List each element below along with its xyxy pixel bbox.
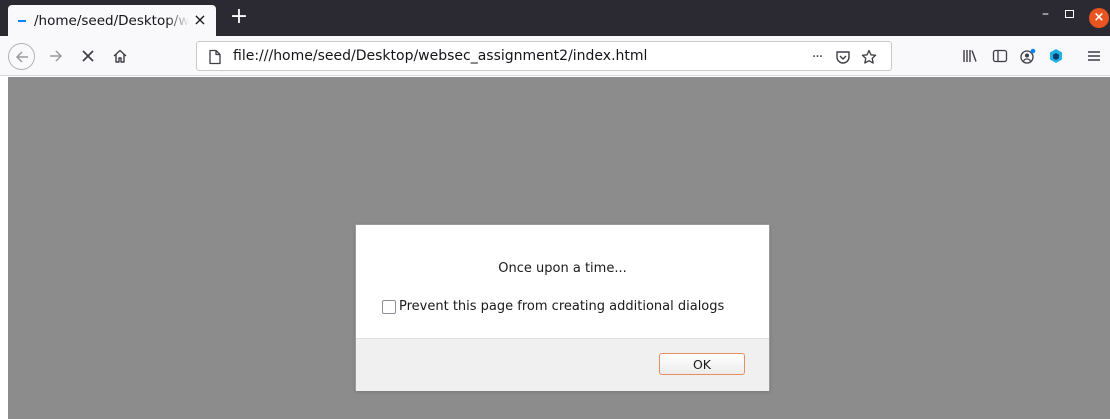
prevent-dialogs-option[interactable]: Prevent this page from creating addition… <box>382 299 724 314</box>
page-document-icon <box>209 49 221 65</box>
tab-close-icon[interactable]: × <box>191 11 209 29</box>
ok-button[interactable]: OK <box>659 353 745 375</box>
home-button[interactable] <box>106 42 134 70</box>
window-minimize-button[interactable]: – <box>1042 6 1049 22</box>
pocket-shield-icon <box>836 51 850 64</box>
extension-icon[interactable] <box>1046 46 1066 66</box>
window-maximize-button[interactable] <box>1065 10 1074 18</box>
url-bar[interactable]: file:///home/seed/Desktop/websec_assignm… <box>196 41 892 71</box>
prevent-dialogs-checkbox[interactable] <box>382 299 396 314</box>
new-tab-button[interactable]: + <box>226 5 252 31</box>
home-icon <box>113 49 127 63</box>
tab-title: /home/seed/Desktop/websec_assignment2/in… <box>34 12 189 29</box>
page-content: Once upon a time... Prevent this page fr… <box>0 77 1110 419</box>
page-info-icon[interactable] <box>205 47 225 67</box>
pocket-icon[interactable] <box>833 47 853 67</box>
sidebar-icon[interactable] <box>990 46 1010 66</box>
url-text[interactable]: file:///home/seed/Desktop/websec_assignm… <box>233 48 647 64</box>
alert-dialog: Once upon a time... Prevent this page fr… <box>355 224 770 391</box>
forward-button[interactable] <box>42 42 70 70</box>
forward-arrow-icon <box>50 50 63 62</box>
stop-button[interactable] <box>74 42 102 70</box>
navigation-toolbar: file:///home/seed/Desktop/websec_assignm… <box>0 36 1110 76</box>
tab-strip: /home/seed/Desktop/websec_assignment2/in… <box>0 0 1110 36</box>
prevent-dialogs-label[interactable]: Prevent this page from creating addition… <box>399 299 724 314</box>
page-actions-icon[interactable]: ··· <box>807 47 827 67</box>
back-button[interactable] <box>8 43 35 70</box>
window-close-button[interactable]: × <box>1089 8 1109 28</box>
dialog-footer: OK <box>356 338 769 391</box>
library-icon[interactable] <box>960 46 980 66</box>
menu-hamburger-icon[interactable] <box>1084 46 1104 66</box>
account-icon[interactable] <box>1018 46 1038 66</box>
active-tab[interactable]: /home/seed/Desktop/websec_assignment2/in… <box>8 5 216 36</box>
loading-indicator-icon <box>18 19 26 22</box>
dialog-message: Once upon a time... <box>498 261 627 276</box>
browser-window: /home/seed/Desktop/websec_assignment2/in… <box>0 0 1110 419</box>
back-arrow-icon <box>15 50 28 63</box>
star-icon <box>861 49 877 64</box>
stop-x-icon <box>82 50 94 62</box>
bookmark-star-icon[interactable] <box>859 47 879 67</box>
